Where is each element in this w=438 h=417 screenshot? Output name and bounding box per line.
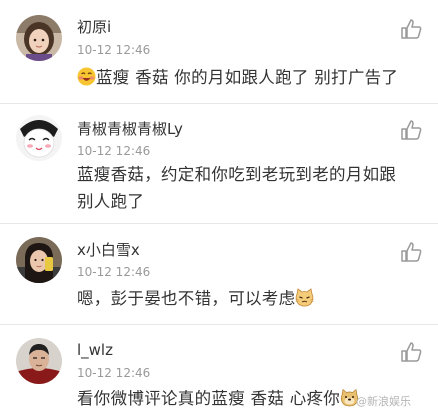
timestamp: 10-12 12:46 xyxy=(77,144,151,158)
avatar[interactable] xyxy=(16,237,62,283)
timestamp: 10-12 12:46 xyxy=(77,43,151,57)
comment-text: 嗯，彭于晏也不错，可以考虑 xyxy=(77,287,427,311)
watermark: @新浪娱乐 xyxy=(356,395,411,408)
timestamp: 10-12 12:46 xyxy=(77,265,151,279)
username[interactable]: 青椒青椒青椒Ly xyxy=(77,118,183,139)
comment-text: 蓝瘦 香菇 你的月如跟人跑了 别打广告了 xyxy=(77,66,427,90)
comment-item: 初原i 10-12 12:46 蓝瘦 香菇 你的月如跟人跑了 别打广告了 xyxy=(0,0,438,104)
username[interactable]: l_wlz xyxy=(77,341,113,359)
comment-text-body: 蓝瘦 香菇 你的月如跟人跑了 别打广告了 xyxy=(96,68,399,87)
thumbs-up-icon[interactable] xyxy=(400,241,422,263)
laughing-face-emoji xyxy=(77,67,96,86)
thumbs-up-icon[interactable] xyxy=(400,341,422,363)
timestamp: 10-12 12:46 xyxy=(77,366,151,380)
comment-item: x小白雪x 10-12 12:46 嗯，彭于晏也不错，可以考虑 xyxy=(0,224,438,325)
avatar[interactable] xyxy=(16,338,62,384)
username[interactable]: 初原i xyxy=(77,16,111,37)
username[interactable]: x小白雪x xyxy=(77,239,140,260)
avatar[interactable] xyxy=(16,15,62,61)
comment-text-line: 蓝瘦香菇，约定和你吃到老玩到老的月如跟 xyxy=(77,165,397,184)
avatar[interactable] xyxy=(16,115,62,161)
comment-text-line: 别人跑了 xyxy=(77,192,145,211)
comment-item: 青椒青椒青椒Ly 10-12 12:46 蓝瘦香菇，约定和你吃到老玩到老的月如跟… xyxy=(0,104,438,224)
cat-face-emoji xyxy=(295,288,314,307)
thumbs-up-icon[interactable] xyxy=(400,18,422,40)
comment-text-body: 嗯，彭于晏也不错，可以考虑 xyxy=(77,289,296,308)
comment-text-body: 看你微博评论真的蓝瘦 香菇 心疼你 xyxy=(77,389,341,408)
thumbs-up-icon[interactable] xyxy=(400,119,422,141)
